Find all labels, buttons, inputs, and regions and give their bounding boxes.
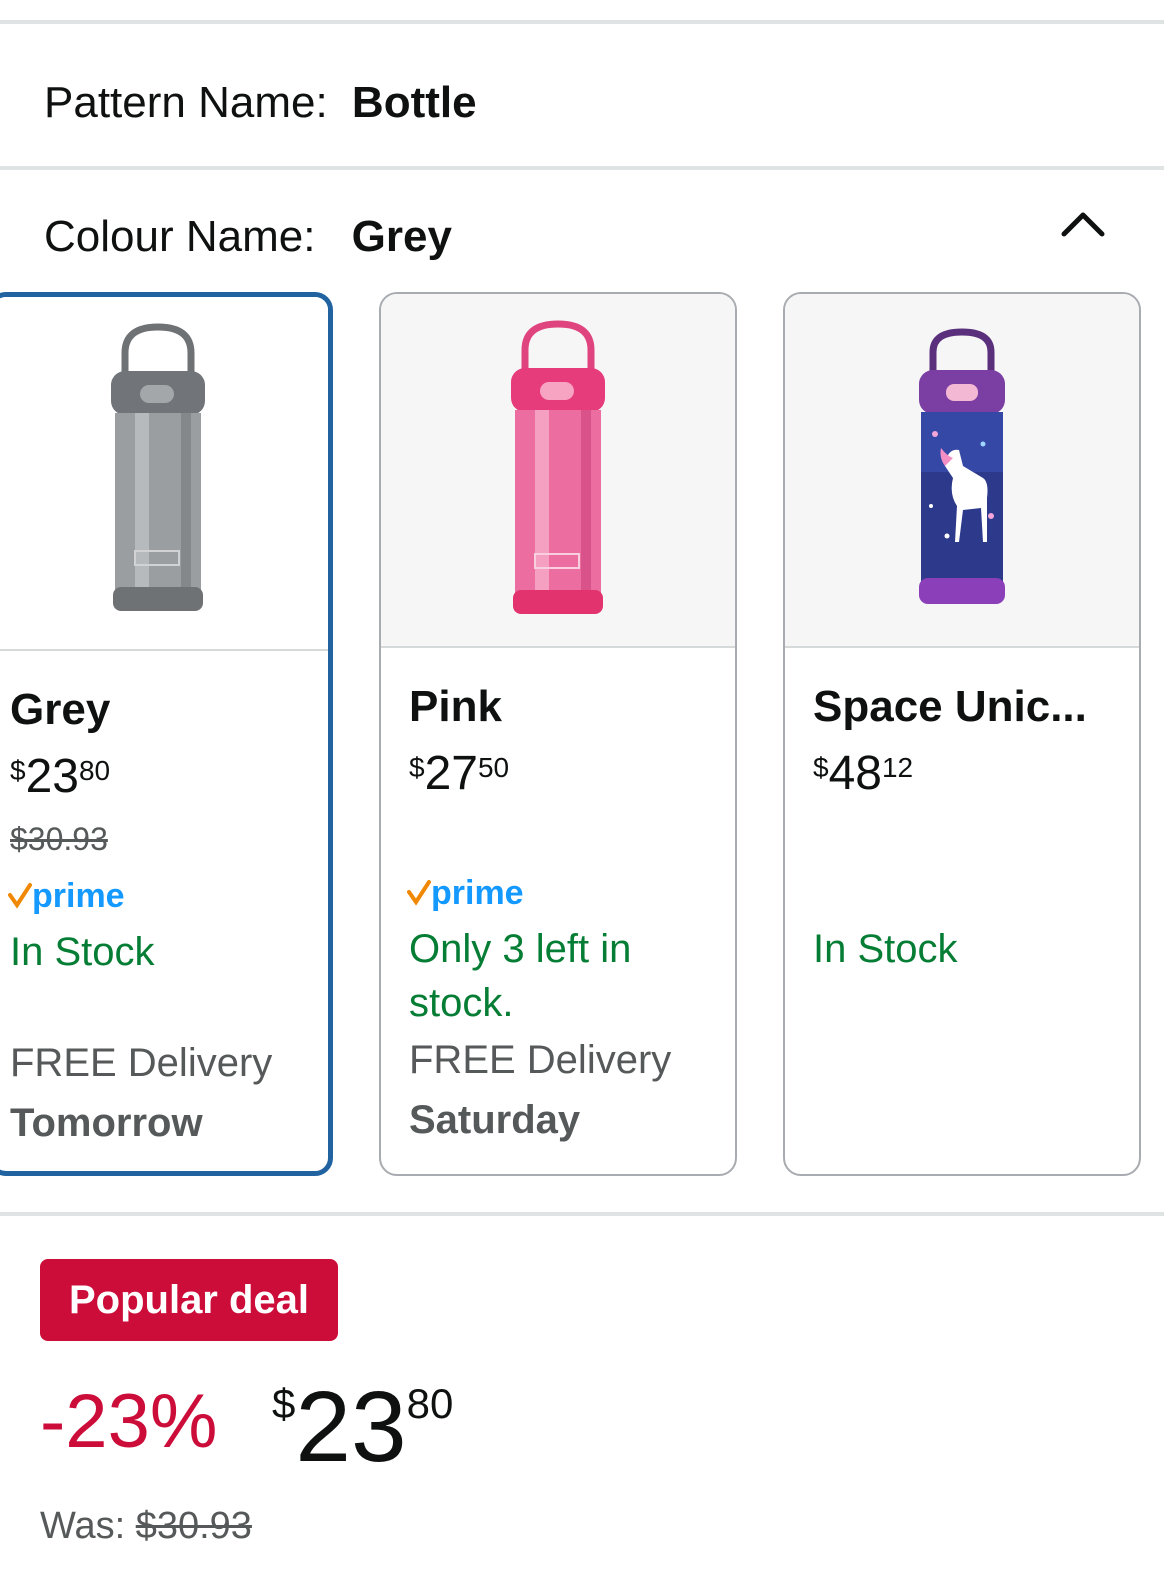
colour-name-value: Grey bbox=[351, 212, 452, 261]
card-was-price: $30.93 bbox=[10, 821, 108, 857]
price-symbol: $ bbox=[409, 752, 425, 783]
svg-text:prime: prime bbox=[431, 874, 524, 912]
price-whole: 48 bbox=[828, 747, 882, 800]
colour-option-grey[interactable]: Grey $2380 $30.93 prime In Stock FREE De… bbox=[0, 292, 333, 1176]
card-price: $4812 bbox=[813, 746, 913, 801]
pink-bottle-image bbox=[511, 320, 605, 614]
price-fraction: 50 bbox=[477, 752, 510, 783]
colour-name-label: Colour Name: bbox=[44, 212, 316, 261]
card-delivery-day: Tomorrow bbox=[10, 1101, 203, 1145]
pattern-divider bbox=[0, 166, 1164, 170]
price-symbol: $ bbox=[10, 755, 26, 786]
was-price-line: Was: $30.93 bbox=[40, 1505, 252, 1548]
card-delivery-day: Saturday bbox=[409, 1098, 581, 1142]
pattern-name-row: Pattern Name: Bottle bbox=[44, 78, 477, 128]
card-stock-status: In Stock bbox=[813, 927, 958, 971]
top-divider bbox=[0, 20, 1164, 24]
pattern-name-value: Bottle bbox=[351, 78, 477, 127]
card-stock-status: Only 3 left in stock. bbox=[409, 927, 632, 1025]
colour-option-pink[interactable]: Pink $2750 prime Only 3 left in stock. F… bbox=[379, 292, 737, 1176]
price-symbol: $ bbox=[813, 752, 829, 783]
chevron-up-icon[interactable] bbox=[1058, 205, 1108, 239]
discount-percent: -23% bbox=[40, 1379, 218, 1464]
price-symbol: $ bbox=[272, 1380, 296, 1427]
price-fraction: 80 bbox=[406, 1380, 454, 1427]
purple-unicorn-bottle-image bbox=[919, 328, 1005, 604]
pattern-name-label: Pattern Name: bbox=[44, 78, 328, 127]
popular-deal-badge: Popular deal bbox=[40, 1259, 338, 1341]
was-price: $30.93 bbox=[135, 1505, 252, 1547]
price-whole: 27 bbox=[424, 747, 478, 800]
was-label: Was: bbox=[40, 1505, 126, 1547]
card-name: Pink bbox=[409, 682, 502, 731]
card-stock-status: In Stock bbox=[10, 930, 155, 974]
card-delivery: FREE Delivery bbox=[10, 1041, 273, 1085]
card-price: $2380 bbox=[10, 749, 110, 804]
product-image-area bbox=[785, 294, 1139, 648]
colour-name-row: Colour Name: Grey bbox=[44, 212, 452, 262]
svg-text:prime: prime bbox=[32, 877, 125, 915]
card-delivery: FREE Delivery bbox=[409, 1038, 672, 1082]
colour-option-space-unicorn[interactable]: Space Unic... $4812 In Stock bbox=[783, 292, 1141, 1176]
grey-bottle-image bbox=[111, 323, 205, 611]
cards-divider bbox=[0, 1212, 1164, 1216]
prime-logo-icon: prime bbox=[407, 874, 524, 912]
card-name: Grey bbox=[10, 685, 111, 734]
prime-logo-icon: prime bbox=[8, 877, 125, 915]
price-fraction: 80 bbox=[78, 755, 111, 786]
deal-price: $2380 bbox=[272, 1370, 453, 1485]
product-image-area bbox=[0, 297, 328, 651]
price-whole: 23 bbox=[295, 1371, 407, 1483]
product-image-area bbox=[381, 294, 735, 648]
card-price: $2750 bbox=[409, 746, 509, 801]
price-whole: 23 bbox=[25, 750, 79, 803]
card-name: Space Unic... bbox=[813, 682, 1087, 731]
price-fraction: 12 bbox=[881, 752, 914, 783]
